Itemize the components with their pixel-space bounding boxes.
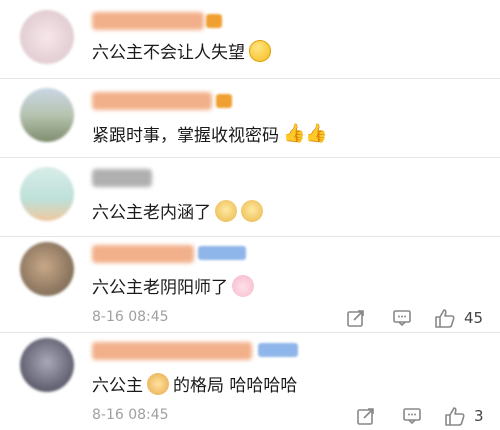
vip-badge-icon [206,14,222,28]
comment-text: 六公主 的格局 哈哈哈哈 [92,371,297,396]
username-redacted[interactable] [92,245,194,263]
comment-icon [393,310,411,327]
member-badge-icon [258,343,298,357]
username-redacted[interactable] [92,169,152,187]
avatar[interactable] [20,242,74,296]
timestamp: 8-16 08:45 [92,309,169,325]
avatar[interactable] [20,167,74,221]
comment-text: 六公主不会让人失望 [92,38,271,63]
username-redacted[interactable] [92,92,212,110]
like-button[interactable]: 45 [434,306,483,330]
share-button[interactable] [346,306,366,330]
comment-text: 紧跟时事，掌握收视密码 👍👍 [92,123,328,146]
like-button[interactable]: 3 [444,404,484,428]
bunny-emoji-icon [232,274,254,297]
thumbs-up-icon [445,407,465,426]
comment-item: 六公主 的格局 哈哈哈哈 8-16 08:45 3 [0,333,500,430]
avatar[interactable] [20,338,74,392]
thumbs-up-icon [435,309,455,328]
reply-button[interactable] [402,404,422,428]
vip-badge-icon [216,94,232,108]
username-redacted[interactable] [92,12,204,30]
doge-emoji-icon [241,199,263,222]
share-icon [347,310,364,327]
member-badge-icon [198,246,246,260]
share-icon [357,408,374,425]
comment-item: 六公主不会让人失望 [0,0,500,78]
comment-icon [403,408,421,425]
like-count: 3 [474,407,484,425]
thumbs-up-icon: 👍👍 [283,123,328,144]
comment-item: 六公主老内涵了 [0,158,500,236]
username-redacted[interactable] [92,342,252,360]
smile-emoji-icon [249,39,271,62]
comment-item: 六公主老阴阳师了 8-16 08:45 45 [0,237,500,332]
share-button[interactable] [356,404,376,428]
doge-emoji-icon [215,199,237,222]
avatar[interactable] [20,10,74,64]
comment-item: 紧跟时事，掌握收视密码 👍👍 [0,79,500,157]
reply-button[interactable] [392,306,412,330]
girl-emoji-icon [147,372,169,395]
comment-text: 六公主老阴阳师了 [92,273,254,298]
like-count: 45 [464,309,484,327]
comment-text: 六公主老内涵了 [92,198,263,223]
timestamp: 8-16 08:45 [92,407,169,423]
avatar[interactable] [20,88,74,142]
